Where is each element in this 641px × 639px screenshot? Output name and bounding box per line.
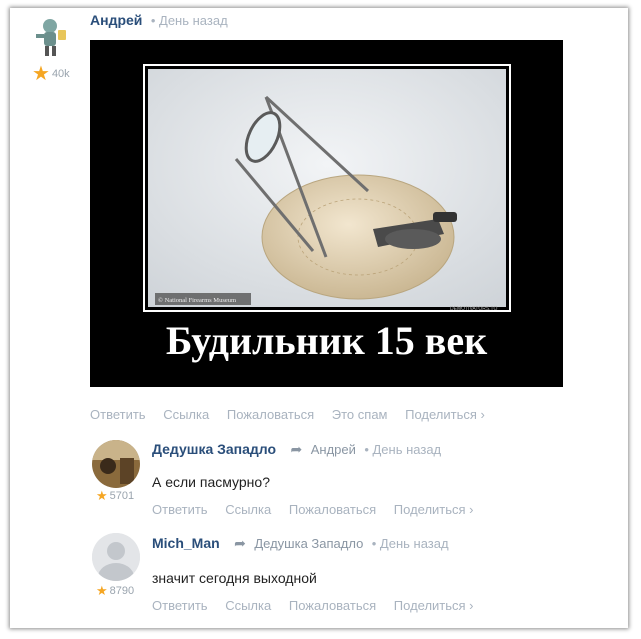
reply-link[interactable]: Ответить [152,502,208,517]
sundial-cannon-photo: © National Firearms Museum [148,69,506,307]
star-icon: ★ [96,583,108,598]
post-header: Андрей • День назад [90,12,228,30]
post-actions: Ответить Ссылка Пожаловаться Это спам По… [90,407,499,422]
star-icon: ★ [96,488,108,503]
reply-to-author[interactable]: Андрей [311,442,356,457]
link-link[interactable]: Ссылка [163,407,209,422]
reply-link[interactable]: Ответить [90,407,146,422]
post-author[interactable]: Андрей [90,12,142,28]
karma-value: 8790 [109,585,135,597]
demotivator-watermark: DEMOTIVATORS.TO [450,306,498,312]
comment-time[interactable]: • День назад [364,442,441,457]
reply-to-author[interactable]: Дедушка Западло [254,536,363,551]
reply-link[interactable]: Ответить [152,598,208,613]
comment-thread: ★ 40k Андрей • День назад © National Fir… [10,8,628,628]
robot-avatar-icon [36,19,66,56]
default-user-icon [92,533,140,581]
reply-arrow-icon: ➦ [290,441,303,457]
reply-arrow-icon: ➦ [234,535,246,551]
karma-badge: ★ 40k [32,64,70,84]
report-link[interactable]: Пожаловаться [227,407,314,422]
comment-text: значит сегодня выходной [152,570,317,586]
demotivator-image[interactable]: © National Firearms Museum DEMOTIVATORS.… [90,40,563,387]
karma-value: 5701 [109,490,135,502]
comment-text: А если пасмурно? [152,474,270,490]
link-link[interactable]: Ссылка [225,598,271,613]
karma-badge: ★ 5701 [96,488,134,504]
comment-header: Дедушка Западло ➦ Андрей • День назад [152,441,441,459]
share-link[interactable]: Поделиться › [405,407,485,422]
demotivator-inner-frame: © National Firearms Museum [143,64,511,312]
avatar-mich-man[interactable] [92,533,140,581]
comment-author[interactable]: Mich_Man [152,535,220,551]
share-link[interactable]: Поделиться › [394,598,474,613]
demotivator-caption: Будильник 15 век [165,318,488,363]
post-time[interactable]: • День назад [151,13,228,28]
photo-watermark: © National Firearms Museum [158,297,236,304]
photo-avatar-icon [92,440,140,488]
comment-time[interactable]: • День назад [372,536,449,551]
star-icon: ★ [32,63,50,85]
avatar-andrey[interactable] [32,16,74,58]
comment-actions: Ответить Ссылка Пожаловаться Поделиться … [152,502,488,517]
karma-badge: ★ 8790 [96,583,134,599]
report-link[interactable]: Пожаловаться [289,502,376,517]
comment-actions: Ответить Ссылка Пожаловаться Поделиться … [152,598,488,613]
karma-value: 40k [51,68,70,80]
share-link[interactable]: Поделиться › [394,502,474,517]
comment-header: Mich_Man ➦ Дедушка Западло • День назад [152,535,449,553]
comment-author[interactable]: Дедушка Западло [152,441,276,457]
spam-link[interactable]: Это спам [332,407,388,422]
report-link[interactable]: Пожаловаться [289,598,376,613]
link-link[interactable]: Ссылка [225,502,271,517]
avatar-dedushka[interactable] [92,440,140,488]
